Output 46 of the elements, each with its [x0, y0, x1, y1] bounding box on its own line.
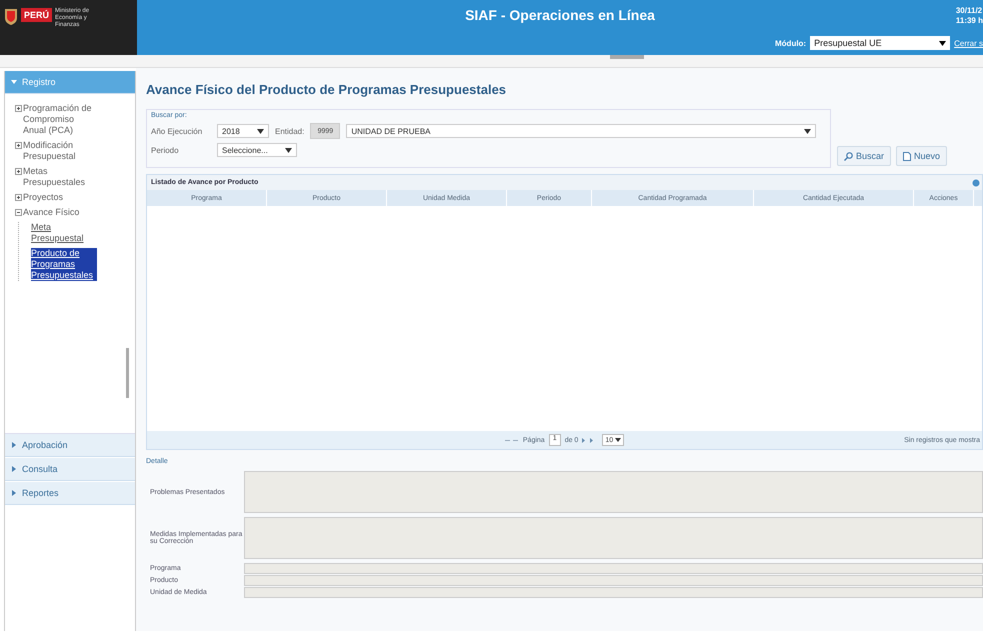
- field-label: Año Ejecución: [151, 126, 204, 136]
- triangle-right-icon: [11, 466, 17, 472]
- logout-link[interactable]: Cerrar s: [954, 38, 983, 48]
- collapse-handle[interactable]: [610, 55, 644, 59]
- field-label: Entidad:: [275, 126, 304, 136]
- tree-item[interactable]: Programación de Compromiso Anual (PCA): [23, 103, 93, 136]
- input-field[interactable]: [244, 575, 983, 586]
- accordion-header[interactable]: Reportes: [5, 482, 135, 505]
- input-field[interactable]: [244, 587, 983, 598]
- caret-icon: [285, 148, 292, 152]
- text-area[interactable]: [244, 471, 983, 513]
- caret-icon: [615, 438, 622, 442]
- new-button[interactable]: Nuevo: [896, 146, 948, 166]
- tree-item[interactable]: Metas Presupuestales: [23, 166, 93, 188]
- document-icon: [903, 152, 912, 160]
- tree-item[interactable]: Modificación Presupuestal: [23, 140, 93, 162]
- caret-icon: [804, 128, 812, 134]
- accordion-header[interactable]: Consulta: [5, 458, 135, 481]
- dropdown[interactable]: Seleccione...: [217, 143, 297, 157]
- input-field[interactable]: [244, 563, 983, 574]
- search-button[interactable]: Buscar: [837, 146, 892, 166]
- shield-icon: [4, 8, 18, 26]
- text-area[interactable]: [244, 517, 983, 559]
- triangle-right-icon: [11, 442, 17, 448]
- first-page-icon: [504, 438, 519, 442]
- logo-badge: PERÚ: [21, 8, 52, 22]
- triangle-right-icon: [11, 490, 17, 496]
- module-label: Módulo:: [775, 38, 806, 48]
- tree-item[interactable]: Producto de Programas Presupuestales: [31, 248, 97, 281]
- tree-item[interactable]: Meta Presupuestal: [31, 222, 97, 244]
- scrollbar[interactable]: [126, 348, 129, 398]
- triangle-down-icon: [11, 79, 17, 85]
- page-title: Avance Físico del Producto de Programas Presupuestales: [146, 82, 508, 97]
- tree-item[interactable]: Avance Físico: [23, 207, 93, 218]
- caret-icon: [939, 40, 946, 46]
- time-text: 11:39 h: [956, 16, 983, 26]
- dropdown[interactable]: UNIDAD DE PRUEBA: [346, 124, 816, 138]
- tree-item[interactable]: Proyectos: [23, 192, 93, 203]
- accordion-header[interactable]: Aprobación: [5, 434, 135, 457]
- dropdown[interactable]: 2018: [217, 124, 269, 138]
- date-text: 30/11/2: [956, 6, 983, 16]
- field-label: Periodo: [151, 146, 180, 154]
- search-icon: [844, 152, 853, 160]
- module-select[interactable]: Presupuestal UE: [810, 36, 950, 50]
- app-title: SIAF - Operaciones en Línea: [465, 7, 655, 23]
- caret-icon: [257, 128, 264, 134]
